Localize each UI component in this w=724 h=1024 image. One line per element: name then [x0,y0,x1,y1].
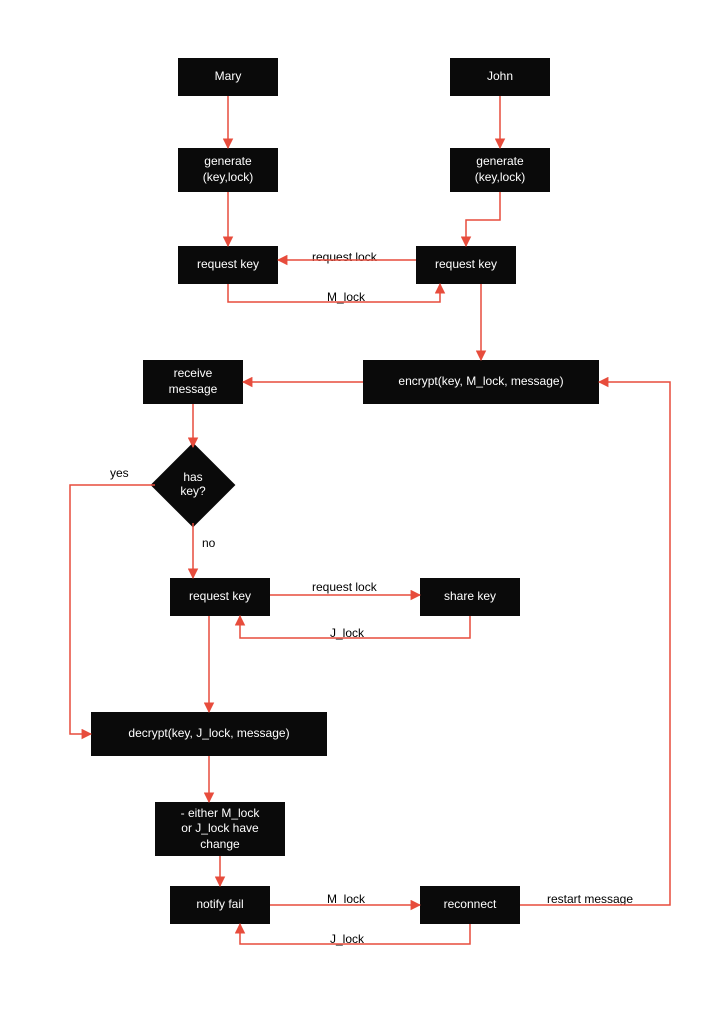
label: Mary [215,69,242,85]
edge-label-yes: yes [108,466,131,480]
label: reconnect [444,897,497,913]
label: request key [197,257,259,273]
label: John [487,69,513,85]
edge-label-no: no [200,536,217,550]
edge-label-request-lock-1: request lock [310,250,379,264]
label: notify fail [196,897,243,913]
node-request-key-john: request key [416,246,516,284]
edge-label-m-lock-1: M_lock [325,290,367,304]
label: request key [189,589,251,605]
label: - either M_lockor J_lock havechange [181,806,260,853]
node-mary: Mary [178,58,278,96]
label: encrypt(key, M_lock, message) [398,374,563,390]
label: decrypt(key, J_lock, message) [128,726,289,742]
node-generate-mary: generate(key,lock) [178,148,278,192]
node-change: - either M_lockor J_lock havechange [155,802,285,856]
node-decision-has-key [151,443,236,528]
node-generate-john: generate(key,lock) [450,148,550,192]
flow-edges [0,0,724,1024]
node-encrypt: encrypt(key, M_lock, message) [363,360,599,404]
edge-label-j-lock-1: J_lock [328,626,366,640]
node-notify-fail: notify fail [170,886,270,924]
node-reconnect: reconnect [420,886,520,924]
node-request-key-2: request key [170,578,270,616]
label: receivemessage [169,366,218,397]
node-decrypt: decrypt(key, J_lock, message) [91,712,327,756]
label: generate(key,lock) [475,154,525,185]
node-request-key-mary: request key [178,246,278,284]
node-receive-message: receivemessage [143,360,243,404]
edge-label-restart: restart message [545,892,635,906]
edge-label-j-lock-2: J_lock [328,932,366,946]
label: share key [444,589,496,605]
node-share-key: share key [420,578,520,616]
label: request key [435,257,497,273]
edge-label-m-lock-2: M_lock [325,892,367,906]
edge-label-request-lock-2: request lock [310,580,379,594]
label: generate(key,lock) [203,154,253,185]
node-john: John [450,58,550,96]
